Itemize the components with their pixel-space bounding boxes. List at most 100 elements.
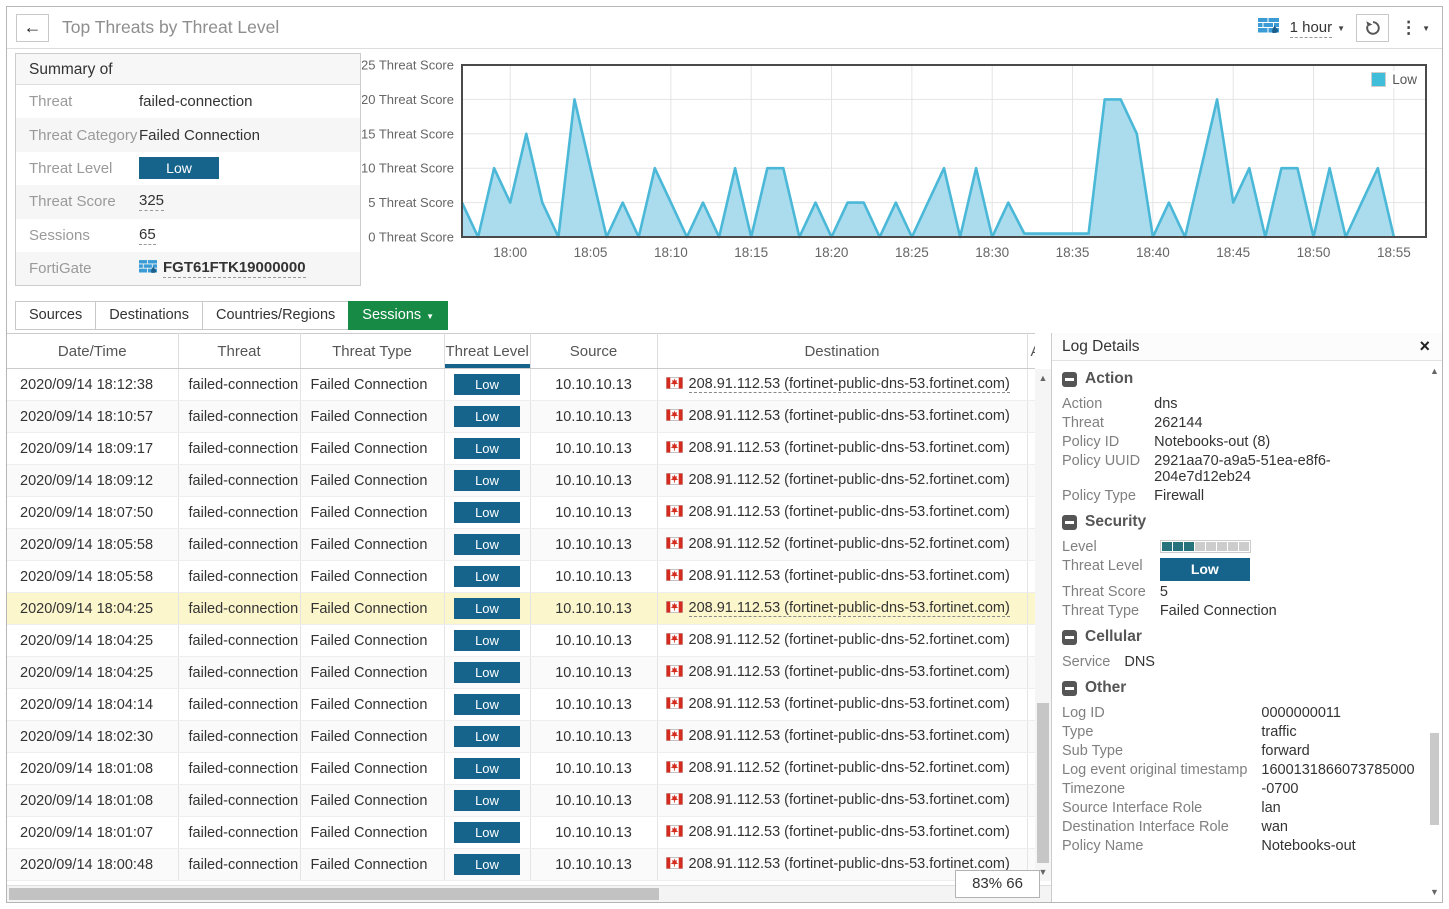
cell-source[interactable]: 10.10.10.13 (530, 721, 657, 753)
cell-action[interactable] (1027, 433, 1035, 465)
destination-link[interactable]: 208.91.112.53 (fortinet-public-dns-53.fo… (689, 664, 1010, 680)
destination-link[interactable]: 208.91.112.53 (fortinet-public-dns-53.fo… (689, 696, 1010, 712)
table-row[interactable]: 2020/09/14 18:04:25failed-connectionFail… (7, 657, 1035, 689)
refresh-button[interactable] (1356, 14, 1389, 42)
cell-threat-type[interactable]: Failed Connection (300, 753, 444, 785)
log-scroll-thumb[interactable] (1430, 733, 1439, 825)
cell-destination[interactable]: 208.91.112.53 (fortinet-public-dns-53.fo… (657, 401, 1027, 433)
table-row[interactable]: 2020/09/14 18:01:07failed-connectionFail… (7, 817, 1035, 849)
cell-threat-level[interactable]: Low (444, 753, 530, 785)
back-button[interactable]: ← (16, 14, 49, 42)
cell-threat-type[interactable]: Failed Connection (300, 401, 444, 433)
cell-threat-type[interactable]: Failed Connection (300, 369, 444, 401)
cell-threat[interactable]: failed-connection (178, 657, 300, 689)
cell-threat-type[interactable]: Failed Connection (300, 849, 444, 881)
scroll-up-icon[interactable]: ▲ (1429, 365, 1440, 377)
cell-action[interactable] (1027, 657, 1035, 689)
cell-source[interactable]: 10.10.10.13 (530, 657, 657, 689)
cell-threat-level[interactable]: Low (444, 401, 530, 433)
cell-action[interactable] (1027, 593, 1035, 625)
tab-countries-regions[interactable]: Countries/Regions (202, 301, 349, 330)
cell-threat[interactable]: failed-connection (178, 433, 300, 465)
time-range-dropdown[interactable]: 1 hour▼ (1290, 19, 1345, 38)
cell-source[interactable]: 10.10.10.13 (530, 753, 657, 785)
log-section-title-security[interactable]: Security (1062, 513, 1428, 531)
cell-action[interactable] (1027, 753, 1035, 785)
table-row[interactable]: 2020/09/14 18:05:58failed-connectionFail… (7, 529, 1035, 561)
table-row[interactable]: 2020/09/14 18:04:25failed-connectionFail… (7, 593, 1035, 625)
cell-destination[interactable]: 208.91.112.53 (fortinet-public-dns-53.fo… (657, 721, 1027, 753)
cell-datetime[interactable]: 2020/09/14 18:01:08 (7, 785, 178, 817)
cell-threat[interactable]: failed-connection (178, 689, 300, 721)
cell-threat-level[interactable]: Low (444, 817, 530, 849)
cell-threat[interactable]: failed-connection (178, 561, 300, 593)
cell-threat-level[interactable]: Low (444, 561, 530, 593)
close-icon[interactable]: × (1419, 333, 1430, 359)
log-details-scrollbar[interactable]: ▲ ▼ (1429, 365, 1440, 898)
cell-destination[interactable]: 208.91.112.53 (fortinet-public-dns-53.fo… (657, 817, 1027, 849)
cell-action[interactable] (1027, 497, 1035, 529)
drilldown-link[interactable]: 325 (139, 192, 164, 211)
cell-source[interactable]: 10.10.10.13 (530, 785, 657, 817)
table-row[interactable]: 2020/09/14 18:01:08failed-connectionFail… (7, 753, 1035, 785)
cell-threat-type[interactable]: Failed Connection (300, 689, 444, 721)
cell-action[interactable] (1027, 401, 1035, 433)
column-header-date-time[interactable]: Date/Time (7, 334, 178, 369)
tab-destinations[interactable]: Destinations (95, 301, 203, 330)
cell-datetime[interactable]: 2020/09/14 18:09:17 (7, 433, 178, 465)
destination-link[interactable]: 208.91.112.53 (fortinet-public-dns-53.fo… (689, 600, 1010, 617)
destination-link[interactable]: 208.91.112.52 (fortinet-public-dns-52.fo… (689, 472, 1010, 488)
cell-source[interactable]: 10.10.10.13 (530, 593, 657, 625)
cell-source[interactable]: 10.10.10.13 (530, 561, 657, 593)
cell-datetime[interactable]: 2020/09/14 18:04:14 (7, 689, 178, 721)
cell-threat-type[interactable]: Failed Connection (300, 593, 444, 625)
cell-datetime[interactable]: 2020/09/14 18:04:25 (7, 593, 178, 625)
log-section-title-other[interactable]: Other (1062, 679, 1428, 697)
column-header-threat-type[interactable]: Threat Type (300, 334, 444, 369)
cell-threat-level[interactable]: Low (444, 529, 530, 561)
cell-threat-type[interactable]: Failed Connection (300, 561, 444, 593)
cell-action[interactable] (1027, 529, 1035, 561)
cell-threat[interactable]: failed-connection (178, 625, 300, 657)
cell-source[interactable]: 10.10.10.13 (530, 369, 657, 401)
cell-source[interactable]: 10.10.10.13 (530, 689, 657, 721)
destination-link[interactable]: 208.91.112.53 (fortinet-public-dns-53.fo… (689, 408, 1010, 424)
cell-threat-level[interactable]: Low (444, 369, 530, 401)
cell-threat-type[interactable]: Failed Connection (300, 657, 444, 689)
table-row[interactable]: 2020/09/14 18:05:58failed-connectionFail… (7, 561, 1035, 593)
cell-destination[interactable]: 208.91.112.53 (fortinet-public-dns-53.fo… (657, 369, 1027, 401)
cell-datetime[interactable]: 2020/09/14 18:12:38 (7, 369, 178, 401)
horizontal-scroll-thumb[interactable] (9, 888, 659, 900)
cell-source[interactable]: 10.10.10.13 (530, 849, 657, 881)
cell-threat-level[interactable]: Low (444, 465, 530, 497)
table-row[interactable]: 2020/09/14 18:09:17failed-connectionFail… (7, 433, 1035, 465)
cell-action[interactable] (1027, 785, 1035, 817)
cell-threat-level[interactable]: Low (444, 433, 530, 465)
table-row[interactable]: 2020/09/14 18:04:14failed-connectionFail… (7, 689, 1035, 721)
scroll-up-icon[interactable]: ▲ (1035, 372, 1051, 384)
cell-threat-level[interactable]: Low (444, 497, 530, 529)
cell-action[interactable] (1027, 625, 1035, 657)
table-row[interactable]: 2020/09/14 18:00:48failed-connectionFail… (7, 849, 1035, 881)
table-row[interactable]: 2020/09/14 18:10:57failed-connectionFail… (7, 401, 1035, 433)
destination-link[interactable]: 208.91.112.53 (fortinet-public-dns-53.fo… (689, 376, 1010, 393)
column-header-source[interactable]: Source (530, 334, 657, 369)
cell-destination[interactable]: 208.91.112.52 (fortinet-public-dns-52.fo… (657, 529, 1027, 561)
cell-threat-level[interactable]: Low (444, 657, 530, 689)
cell-action[interactable] (1027, 369, 1035, 401)
cell-datetime[interactable]: 2020/09/14 18:01:07 (7, 817, 178, 849)
column-header-destination[interactable]: Destination (657, 334, 1027, 369)
scroll-down-icon[interactable]: ▼ (1429, 886, 1440, 898)
cell-datetime[interactable]: 2020/09/14 18:05:58 (7, 561, 178, 593)
cell-threat-level[interactable]: Low (444, 721, 530, 753)
cell-datetime[interactable]: 2020/09/14 18:10:57 (7, 401, 178, 433)
cell-threat-level[interactable]: Low (444, 625, 530, 657)
destination-link[interactable]: 208.91.112.53 (fortinet-public-dns-53.fo… (689, 728, 1010, 744)
table-horizontal-scrollbar[interactable] (7, 885, 1051, 902)
tab-sessions[interactable]: Sessions▼ (348, 301, 448, 330)
cell-threat-type[interactable]: Failed Connection (300, 529, 444, 561)
log-section-title-cellular[interactable]: Cellular (1062, 628, 1428, 646)
cell-destination[interactable]: 208.91.112.53 (fortinet-public-dns-53.fo… (657, 689, 1027, 721)
more-menu-button[interactable]: ⋮▼ (1400, 18, 1430, 38)
cell-threat[interactable]: failed-connection (178, 785, 300, 817)
